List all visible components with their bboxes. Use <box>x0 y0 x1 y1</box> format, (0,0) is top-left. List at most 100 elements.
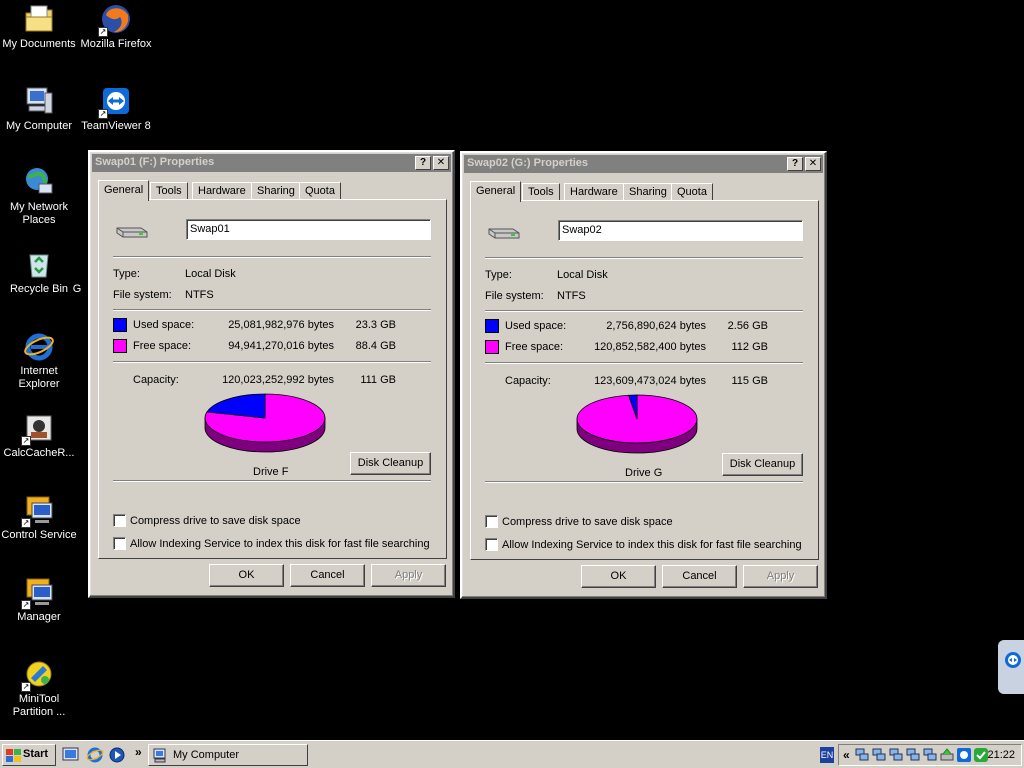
system-clock[interactable]: 21:22 <box>987 749 1015 761</box>
desktop-icon-minitool[interactable]: ↗ MiniTool Partition ... <box>0 658 78 719</box>
tab-quota[interactable]: Quota <box>671 183 713 201</box>
indexing-service-checkbox[interactable] <box>113 537 126 550</box>
desktop-icon-internet-explorer[interactable]: Internet Explorer <box>0 330 78 391</box>
calccache-icon: ↗ <box>21 412 55 446</box>
safely-remove-hardware-icon[interactable] <box>940 748 954 762</box>
tab-quota[interactable]: Quota <box>299 182 341 200</box>
drive-label: Drive F <box>253 466 289 478</box>
properties-dialog-swap02: Swap02 (G:) Properties ? ✕ General Tools… <box>460 151 827 599</box>
green-status-tray-icon[interactable] <box>974 748 988 762</box>
dialog-title-bar[interactable]: Swap01 (F:) Properties ? ✕ <box>92 154 451 172</box>
shortcut-arrow-icon: ↗ <box>98 27 108 37</box>
used-space-size: 23.3 GB <box>355 319 396 331</box>
disk-cleanup-button[interactable]: Disk Cleanup <box>350 452 431 475</box>
shortcut-arrow-icon: ↗ <box>21 436 31 446</box>
network-connection-icon[interactable] <box>889 748 903 762</box>
windows-logo-icon <box>6 749 21 762</box>
network-connection-icon[interactable] <box>855 748 869 762</box>
close-button[interactable]: ✕ <box>433 156 449 170</box>
network-connection-icon[interactable] <box>923 748 937 762</box>
start-button[interactable]: Start <box>2 744 56 766</box>
indexing-service-label: Allow Indexing Service to index this dis… <box>130 538 430 550</box>
cancel-button[interactable]: Cancel <box>290 564 365 587</box>
compress-drive-label: Compress drive to save disk space <box>502 516 673 528</box>
teamviewer-side-panel-tab[interactable] <box>998 640 1024 694</box>
help-button[interactable]: ? <box>787 157 803 171</box>
network-connection-icon[interactable] <box>906 748 920 762</box>
taskbar-button-label: My Computer <box>173 749 240 761</box>
general-tab-panel: Swap01 Type: Local Disk File system: NTF… <box>98 199 447 559</box>
quick-launch-desktop-icon[interactable] <box>62 746 80 764</box>
separator <box>113 256 431 258</box>
free-space-label: Free space: <box>505 341 564 353</box>
dialog-title: Swap01 (F:) Properties <box>95 156 215 168</box>
tray-expand-chevron[interactable]: « <box>843 748 850 762</box>
type-value: Local Disk <box>185 268 236 280</box>
cancel-button[interactable]: Cancel <box>662 565 737 588</box>
capacity-label: Capacity: <box>133 374 179 386</box>
quick-launch-media-player-icon[interactable] <box>108 746 126 764</box>
firefox-icon: ↗ <box>98 3 132 37</box>
tab-general[interactable]: General <box>470 181 522 202</box>
compress-drive-checkbox[interactable] <box>113 514 126 527</box>
tab-tools[interactable]: Tools <box>150 182 188 200</box>
desktop-icon-label: CalcCacheR... <box>3 447 75 459</box>
desktop-icon-manager[interactable]: ↗ Manager <box>0 576 78 624</box>
desktop-icon-teamviewer[interactable]: ↗ TeamViewer 8 <box>77 85 155 133</box>
apply-button[interactable]: Apply <box>743 565 818 588</box>
tab-general[interactable]: General <box>98 180 150 201</box>
language-indicator[interactable]: EN <box>820 747 834 763</box>
ok-button[interactable]: OK <box>581 565 656 588</box>
ok-button[interactable]: OK <box>209 564 284 587</box>
free-space-bytes: 120,852,582,400 bytes <box>594 341 706 353</box>
used-space-label: Used space: <box>505 320 567 332</box>
my-documents-icon <box>23 3 55 35</box>
help-button[interactable]: ? <box>415 156 431 170</box>
free-space-size: 112 GB <box>731 341 769 353</box>
control-service-icon: ↗ <box>21 494 55 528</box>
used-space-bytes: 2,756,890,624 bytes <box>606 320 706 332</box>
tab-sharing[interactable]: Sharing <box>251 182 301 200</box>
separator <box>485 310 803 312</box>
capacity-size: 111 GB <box>360 374 396 386</box>
compress-drive-checkbox[interactable] <box>485 515 498 528</box>
tab-sharing[interactable]: Sharing <box>623 183 673 201</box>
close-button[interactable]: ✕ <box>805 157 821 171</box>
capacity-size: 115 GB <box>731 375 769 387</box>
drive-label-input[interactable]: Swap02 <box>558 220 803 241</box>
desktop-icon-firefox[interactable]: ↗ Mozilla Firefox <box>77 3 155 51</box>
tab-hardware[interactable]: Hardware <box>192 182 252 200</box>
properties-dialog-swap01: Swap01 (F:) Properties ? ✕ General Tools… <box>88 150 455 598</box>
desktop-icon-network-places[interactable]: My Network Places <box>0 166 78 227</box>
desktop-icon-control-service[interactable]: ↗ Control Service <box>0 494 78 542</box>
desktop-icon-my-computer[interactable]: My Computer <box>0 85 78 133</box>
compress-drive-label: Compress drive to save disk space <box>130 515 301 527</box>
tab-hardware[interactable]: Hardware <box>564 183 624 201</box>
desktop-icon-calccache[interactable]: ↗ CalcCacheR... <box>0 412 78 460</box>
start-label: Start <box>23 748 49 760</box>
separator <box>113 480 431 482</box>
hard-drive-icon <box>485 223 521 243</box>
drive-label-input[interactable]: Swap01 <box>186 219 431 240</box>
capacity-bytes: 123,609,473,024 bytes <box>594 375 706 387</box>
shortcut-arrow-icon: ↗ <box>98 109 108 119</box>
taskbar-button-my-computer[interactable]: My Computer <box>148 744 308 766</box>
general-tab-panel: Swap02 Type: Local Disk File system: NTF… <box>470 200 819 560</box>
quick-launch-chevron[interactable]: » <box>135 745 142 759</box>
teamviewer-tray-icon[interactable] <box>957 748 971 762</box>
dialog-title-bar[interactable]: Swap02 (G:) Properties ? ✕ <box>464 155 823 173</box>
indexing-service-checkbox[interactable] <box>485 538 498 551</box>
disk-cleanup-button[interactable]: Disk Cleanup <box>722 453 803 476</box>
desktop-icon-label: My Network Places <box>9 201 69 226</box>
desktop-icon-label: Mozilla Firefox <box>80 38 152 50</box>
used-space-bytes: 25,081,982,976 bytes <box>228 319 334 331</box>
desktop-icon-my-documents[interactable]: My Documents <box>0 3 78 51</box>
network-connection-icon[interactable] <box>872 748 886 762</box>
tab-tools[interactable]: Tools <box>522 183 560 201</box>
separator <box>485 481 803 483</box>
file-system-value: NTFS <box>185 289 214 301</box>
quick-launch-internet-explorer-icon[interactable] <box>86 746 104 764</box>
shortcut-arrow-icon: ↗ <box>21 600 31 610</box>
apply-button[interactable]: Apply <box>371 564 446 587</box>
hard-drive-icon <box>113 222 149 242</box>
